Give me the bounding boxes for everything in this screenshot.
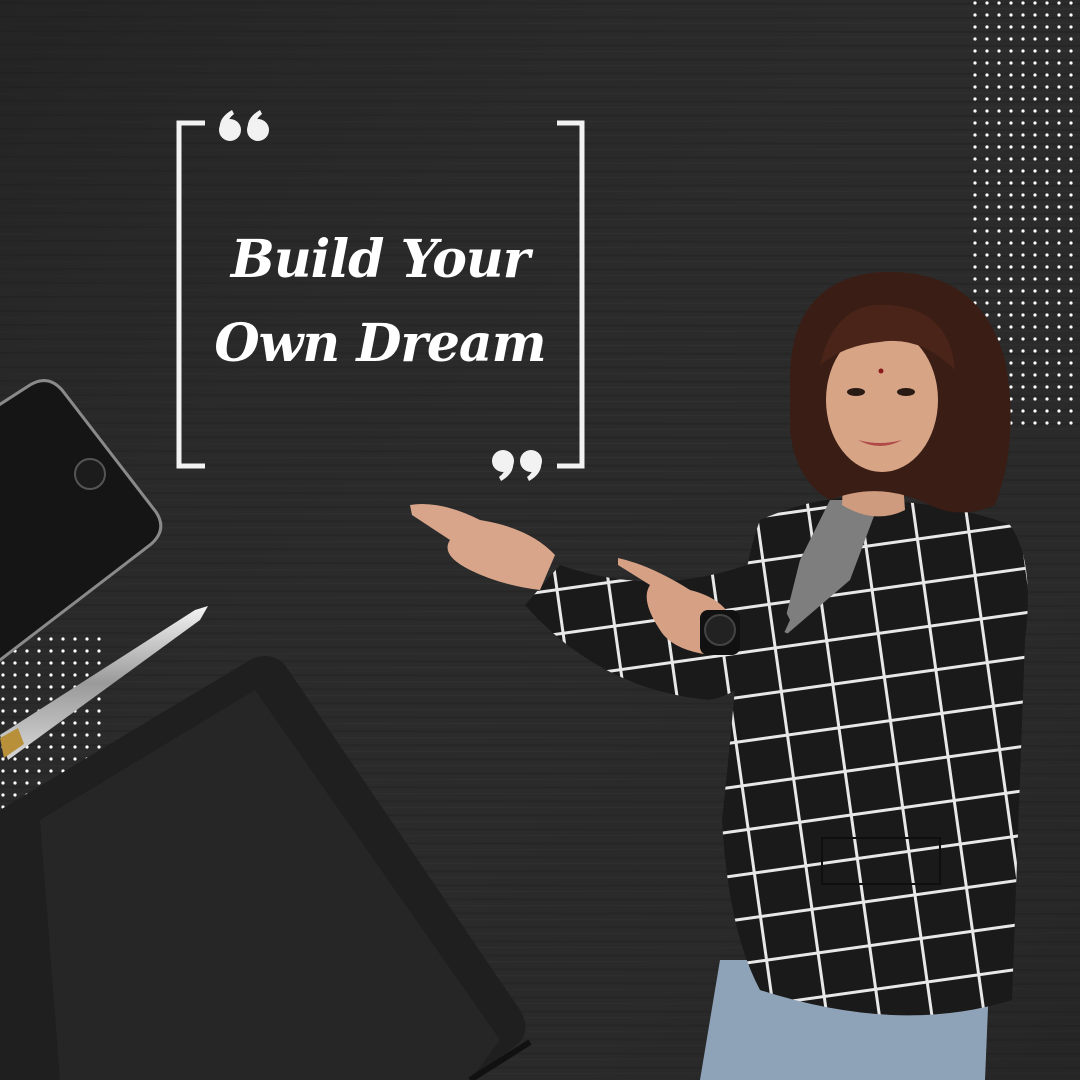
plaid-blazer — [722, 497, 1028, 1016]
left-eye — [847, 388, 865, 396]
woman-pointing-photo — [410, 271, 1028, 1080]
blazer-pocket — [821, 837, 941, 885]
pointing-hand-left — [410, 504, 555, 590]
bindi — [878, 368, 884, 374]
wristwatch-icon — [700, 610, 740, 655]
quote-poster: Build Your Own Dream — [0, 0, 1080, 1080]
right-eye — [897, 388, 915, 396]
